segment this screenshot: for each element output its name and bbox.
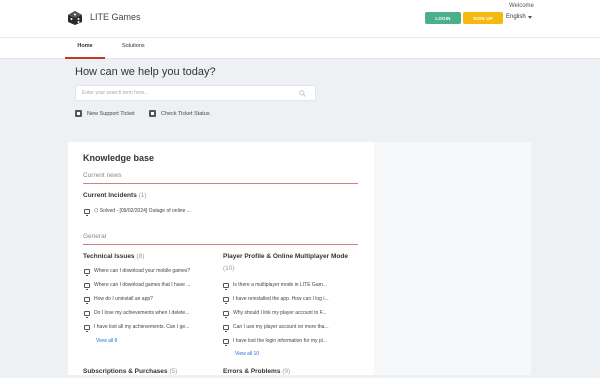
search-placeholder: Enter your search term here... [82,90,149,96]
article-link[interactable]: Do I lose my achievements when I delete.… [94,310,189,316]
category-subscriptions[interactable]: Subscriptions & Purchases (5) [83,366,177,378]
kb-title: Knowledge base [83,153,155,163]
new-ticket-icon [75,110,82,117]
article-link[interactable]: Why should I link my player account to F… [233,310,326,316]
login-button[interactable]: LOGIN [425,12,461,24]
article-icon [223,282,229,290]
category-technical-issues[interactable]: Technical Issues (8) [83,251,144,263]
new-ticket-link[interactable]: New Support Ticket [75,110,135,117]
list-item[interactable]: I have reinstalled the app. How can I lo… [223,296,329,304]
category-count: (10) [223,265,235,272]
article-link[interactable]: ⬡ Solved - [09/02/2024] Outage of online… [94,208,191,214]
nav-bar: Home Solutions [0,37,600,59]
article-link[interactable]: I have reinstalled the app. How can I lo… [233,296,329,302]
signup-button[interactable]: SIGN UP [463,12,503,24]
view-all-profile-link[interactable]: View all 10 [235,351,259,357]
list-item[interactable]: How do I uninstall an app? [84,296,153,304]
category-title: Technical Issues [83,253,135,260]
category-current-incidents[interactable]: Current Incidents (1) [83,190,147,202]
page-title: How can we help you today? [75,66,216,78]
list-item[interactable]: Where can I download your mobile games? [84,268,190,276]
list-item[interactable]: Is there a multiplayer mode in LITE Gam.… [223,282,327,290]
article-link[interactable]: Where can I download games that I have .… [94,282,190,288]
section-divider [83,244,358,245]
category-title: Current Incidents [83,192,137,199]
article-link[interactable]: Where can I download your mobile games? [94,268,190,274]
list-item[interactable]: Can I use my player account on more tha.… [223,324,329,332]
brand-name[interactable]: LITE Games [90,12,141,22]
article-icon [84,296,90,304]
category-player-profile[interactable]: Player Profile & Online Multiplayer Mode… [223,251,358,275]
category-count: (1) [138,192,147,199]
article-icon [84,310,90,318]
check-status-label: Check Ticket Status [161,110,210,117]
category-count: (8) [136,253,145,260]
language-label: English [506,14,526,20]
article-icon [84,282,90,290]
check-status-link[interactable]: Check Ticket Status [149,110,210,117]
category-count: (5) [169,368,178,375]
list-item[interactable]: Do I lose my achievements when I delete.… [84,310,189,318]
top-header: LITE Games Welcome LOGIN SIGN UP English [0,0,600,37]
section-general: General [83,233,107,240]
article-icon [223,296,229,304]
list-item[interactable]: ⬡ Solved - [09/02/2024] Outage of online… [84,208,191,216]
article-icon [223,338,229,346]
view-all-technical-link[interactable]: View all 8 [96,338,117,344]
list-item[interactable]: I have lost the login information for my… [223,338,327,346]
article-icon [223,310,229,318]
list-item[interactable]: Where can I download games that I have .… [84,282,190,290]
article-link[interactable]: Can I use my player account on more tha.… [233,324,329,330]
category-title: Player Profile & Online Multiplayer Mode [223,253,348,260]
chevron-down-icon [527,15,532,19]
article-icon [84,208,90,216]
language-selector[interactable]: English [506,14,532,20]
category-title: Subscriptions & Purchases [83,368,168,375]
article-link[interactable]: Is there a multiplayer mode in LITE Gam.… [233,282,327,288]
article-link[interactable]: How do I uninstall an app? [94,296,153,302]
category-title: Errors & Problems [223,368,281,375]
list-item[interactable]: I have lost all my achievements. Can I g… [84,324,189,332]
category-count: (9) [282,368,291,375]
section-divider [83,183,358,184]
dice-logo-icon[interactable] [67,10,83,26]
side-panel [374,142,531,375]
welcome-text: Welcome [509,3,534,9]
search-input[interactable]: Enter your search term here... [75,85,316,101]
list-item[interactable]: Why should I link my player account to F… [223,310,326,318]
section-current-news: Current news [83,172,122,179]
article-icon [84,268,90,276]
article-icon [84,324,90,332]
tab-solutions[interactable]: Solutions [122,43,145,57]
ticket-status-icon [149,110,156,117]
search-icon[interactable] [299,90,306,97]
tab-home[interactable]: Home [65,43,105,59]
article-link[interactable]: I have lost the login information for my… [233,338,327,344]
new-ticket-label: New Support Ticket [87,110,135,117]
category-errors[interactable]: Errors & Problems (9) [223,366,290,378]
article-link[interactable]: I have lost all my achievements. Can I g… [94,324,189,330]
article-icon [223,324,229,332]
